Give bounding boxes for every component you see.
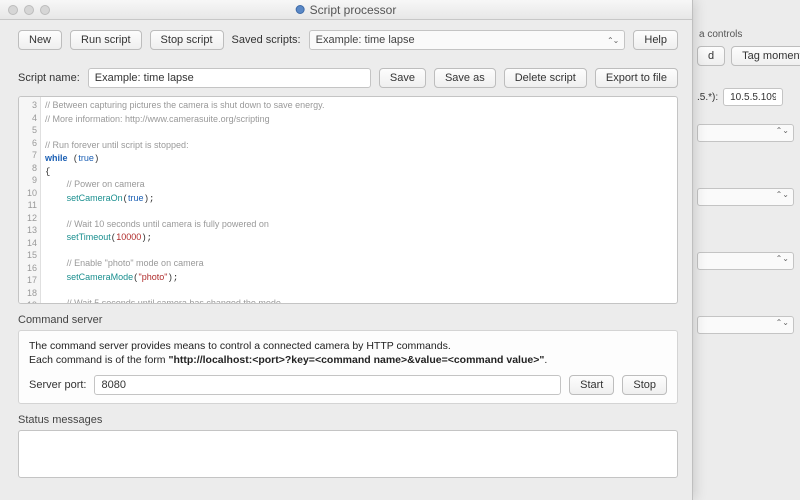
- script-toolbar: New Run script Stop script Saved scripts…: [18, 30, 678, 50]
- server-port-label: Server port:: [29, 379, 86, 391]
- zoom-icon[interactable]: [40, 5, 50, 15]
- window-controls[interactable]: [8, 5, 50, 15]
- help-button[interactable]: Help: [633, 30, 678, 50]
- script-name-input[interactable]: [88, 68, 371, 88]
- server-stop-button[interactable]: Stop: [622, 375, 667, 395]
- server-port-input[interactable]: [94, 375, 561, 395]
- command-server-panel: The command server provides means to con…: [18, 330, 678, 404]
- bg-select-2[interactable]: [697, 188, 794, 206]
- line-gutter: 3456789101112131415161718192021222324252…: [19, 97, 41, 303]
- saved-scripts-select[interactable]: Example: time lapse: [309, 30, 626, 50]
- command-server-title: Command server: [18, 314, 678, 326]
- window-title: Script processor: [296, 3, 397, 17]
- status-messages-area[interactable]: [18, 430, 678, 478]
- save-as-button[interactable]: Save as: [434, 68, 496, 88]
- bg-tag-moment-button[interactable]: Tag moment: [731, 46, 800, 66]
- bg-select-4[interactable]: [697, 316, 794, 334]
- close-icon[interactable]: [8, 5, 18, 15]
- script-name-label: Script name:: [18, 72, 80, 84]
- status-messages-title: Status messages: [18, 414, 678, 426]
- bg-button-1[interactable]: d: [697, 46, 725, 66]
- code-content[interactable]: // Between capturing pictures the camera…: [41, 97, 677, 303]
- save-button[interactable]: Save: [379, 68, 426, 88]
- run-script-button[interactable]: Run script: [70, 30, 142, 50]
- background-window: a controls d Tag moment .5.*):: [690, 20, 800, 500]
- command-server-desc: The command server provides means to con…: [29, 339, 667, 367]
- code-editor[interactable]: 3456789101112131415161718192021222324252…: [18, 96, 678, 304]
- minimize-icon[interactable]: [24, 5, 34, 15]
- titlebar: Script processor: [0, 0, 692, 20]
- script-processor-window: Script processor New Run script Stop scr…: [0, 0, 693, 500]
- bg-ip-input[interactable]: [723, 88, 783, 106]
- script-name-row: Script name: Save Save as Delete script …: [18, 68, 678, 88]
- bg-header: a controls: [697, 26, 794, 46]
- bg-select-3[interactable]: [697, 252, 794, 270]
- bg-select-1[interactable]: [697, 124, 794, 142]
- bg-ip-label: .5.*):: [697, 92, 718, 103]
- server-start-button[interactable]: Start: [569, 375, 614, 395]
- stop-script-button[interactable]: Stop script: [150, 30, 224, 50]
- new-button[interactable]: New: [18, 30, 62, 50]
- saved-scripts-label: Saved scripts:: [232, 34, 301, 46]
- export-to-file-button[interactable]: Export to file: [595, 68, 678, 88]
- delete-script-button[interactable]: Delete script: [504, 68, 587, 88]
- app-icon: [296, 5, 305, 14]
